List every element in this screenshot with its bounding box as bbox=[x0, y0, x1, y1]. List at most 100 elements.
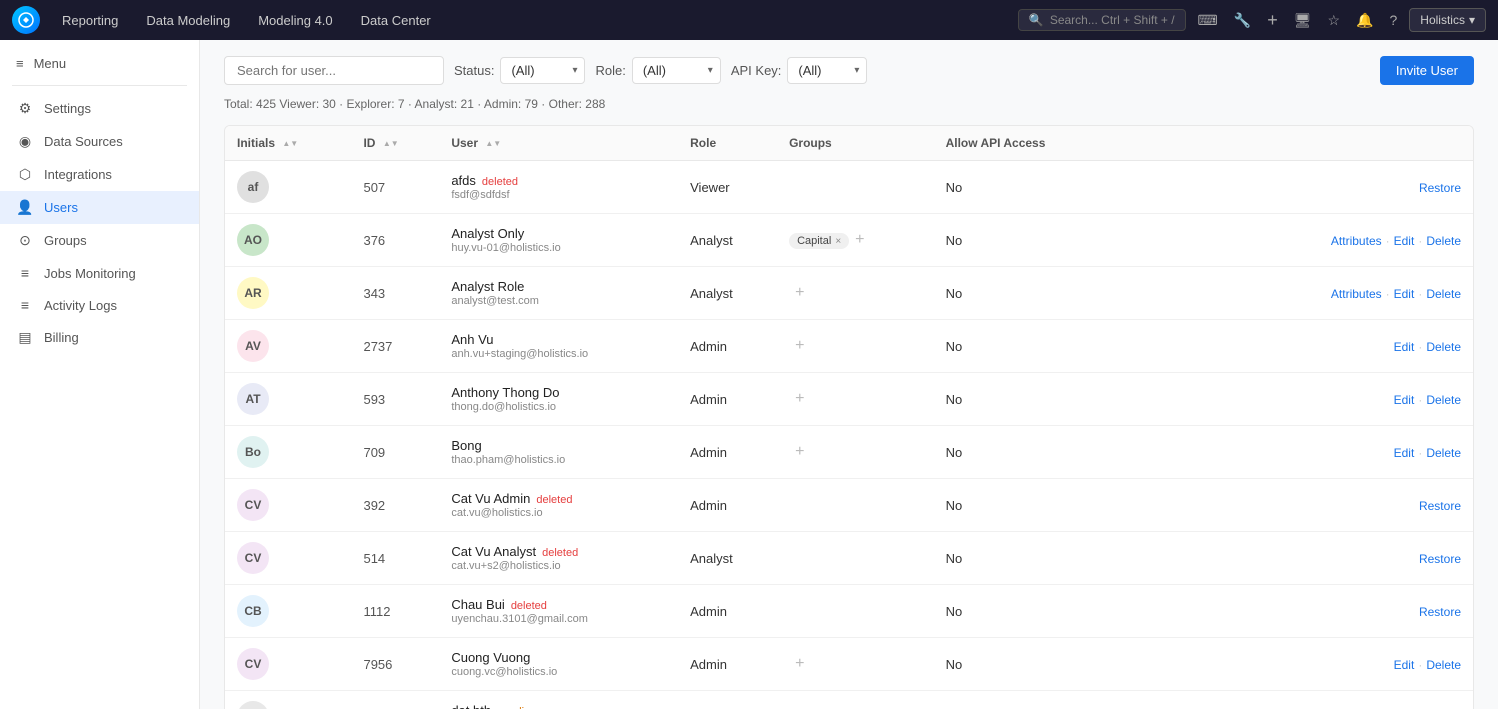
user-email: thong.do@holistics.io bbox=[451, 401, 666, 413]
help-icon[interactable]: ? bbox=[1386, 8, 1402, 32]
sidebar-item-groups[interactable]: ⊙ Groups bbox=[0, 224, 199, 257]
cell-user: Analyst Onlyhuy.vu-01@holistics.io bbox=[439, 214, 678, 267]
add-group-button[interactable]: + bbox=[849, 229, 870, 250]
action-restore[interactable]: Restore bbox=[1419, 181, 1461, 195]
cell-initials: CV bbox=[225, 638, 351, 691]
search-input[interactable] bbox=[224, 56, 444, 85]
action-attributes[interactable]: Attributes bbox=[1331, 234, 1382, 248]
jobs-icon: ≡ bbox=[16, 265, 34, 281]
action-edit[interactable]: Edit bbox=[1394, 658, 1415, 672]
terminal-icon[interactable]: ⌨ bbox=[1194, 8, 1222, 33]
action-edit[interactable]: Edit bbox=[1394, 340, 1415, 354]
remove-group-button[interactable]: × bbox=[835, 236, 841, 247]
sidebar-item-integrations[interactable]: ⬡ Integrations bbox=[0, 158, 199, 191]
user-email: analyst@test.com bbox=[451, 295, 666, 307]
cell-initials: AV bbox=[225, 320, 351, 373]
deleted-badge: deleted bbox=[482, 176, 518, 188]
nav-reporting[interactable]: Reporting bbox=[56, 9, 124, 32]
sidebar-item-activity-logs[interactable]: ≡ Activity Logs bbox=[0, 289, 199, 321]
cell-role: Analyst bbox=[678, 532, 777, 585]
wrench-icon[interactable]: 🔧 bbox=[1230, 8, 1255, 33]
nav-data-center[interactable]: Data Center bbox=[355, 9, 437, 32]
action-separator: · bbox=[1386, 287, 1390, 301]
nav-modeling-40[interactable]: Modeling 4.0 bbox=[252, 9, 338, 32]
action-delete[interactable]: Delete bbox=[1426, 658, 1461, 672]
menu-toggle[interactable]: ≡ Menu bbox=[0, 48, 199, 79]
cell-role: Viewer bbox=[678, 691, 777, 709]
sort-icon[interactable]: ▲▼ bbox=[485, 140, 501, 148]
action-delete[interactable]: Delete bbox=[1426, 287, 1461, 301]
cell-groups: + bbox=[777, 320, 934, 373]
invite-user-button[interactable]: Invite User bbox=[1380, 56, 1474, 85]
user-name: afds bbox=[451, 173, 476, 188]
billing-icon: ▤ bbox=[16, 329, 34, 346]
sidebar-item-billing[interactable]: ▤ Billing bbox=[0, 321, 199, 354]
sidebar-item-users[interactable]: 👤 Users bbox=[0, 191, 199, 224]
add-group-button[interactable]: + bbox=[789, 282, 810, 303]
action-restore[interactable]: Restore bbox=[1419, 552, 1461, 566]
action-edit[interactable]: Edit bbox=[1394, 446, 1415, 460]
cell-role: Admin bbox=[678, 426, 777, 479]
nav-data-modeling[interactable]: Data Modeling bbox=[140, 9, 236, 32]
holistics-brand-menu[interactable]: Holistics ▾ bbox=[1409, 8, 1486, 32]
topnav-icons-area: 🔍 Search... Ctrl + Shift + / ⌨ 🔧 + 🖥 ☆ 🔔… bbox=[1018, 6, 1486, 35]
cell-initials: Bo bbox=[225, 426, 351, 479]
action-delete[interactable]: Delete bbox=[1426, 234, 1461, 248]
plus-icon[interactable]: + bbox=[1263, 6, 1282, 35]
cell-role: Viewer bbox=[678, 161, 777, 214]
sidebar-item-settings[interactable]: ⚙ Settings bbox=[0, 92, 199, 125]
sidebar-item-data-sources[interactable]: ◉ Data Sources bbox=[0, 125, 199, 158]
status-filter-group: Status: (All) Active Deleted ▾ bbox=[454, 57, 585, 84]
api-key-select[interactable]: (All) Yes No bbox=[787, 57, 867, 84]
cell-allow-api: No bbox=[934, 267, 1118, 320]
add-group-button[interactable]: + bbox=[789, 335, 810, 356]
action-restore[interactable]: Restore bbox=[1419, 499, 1461, 513]
global-search[interactable]: 🔍 Search... Ctrl + Shift + / bbox=[1018, 9, 1186, 31]
action-separator: · bbox=[1386, 234, 1390, 248]
deleted-badge: deleted bbox=[511, 600, 547, 612]
action-restore[interactable]: Restore bbox=[1419, 605, 1461, 619]
cell-user: Anh Vuanh.vu+staging@holistics.io bbox=[439, 320, 678, 373]
action-delete[interactable]: Delete bbox=[1426, 446, 1461, 460]
cell-role: Admin bbox=[678, 320, 777, 373]
action-edit[interactable]: Edit bbox=[1394, 393, 1415, 407]
cell-user: Analyst Roleanalyst@test.com bbox=[439, 267, 678, 320]
action-edit[interactable]: Edit bbox=[1394, 234, 1415, 248]
avatar: CV bbox=[237, 489, 269, 521]
groups-icon: ⊙ bbox=[16, 232, 34, 249]
table-row: Bo709Bongthao.pham@holistics.ioAdmin+NoE… bbox=[225, 426, 1473, 479]
app-logo bbox=[12, 6, 40, 34]
cell-id: 514 bbox=[351, 532, 439, 585]
cell-actions: Edit·Delete bbox=[1117, 426, 1473, 479]
add-group-button[interactable]: + bbox=[789, 388, 810, 409]
star-icon[interactable]: ☆ bbox=[1324, 8, 1345, 33]
status-select[interactable]: (All) Active Deleted bbox=[500, 57, 585, 84]
role-filter-group: Role: (All) Viewer Explorer Analyst Admi… bbox=[595, 57, 720, 84]
bell-icon[interactable]: 🔔 bbox=[1352, 8, 1377, 33]
api-key-select-wrapper: (All) Yes No ▾ bbox=[787, 57, 867, 84]
add-group-button[interactable]: + bbox=[789, 653, 810, 674]
cell-role: Admin bbox=[678, 373, 777, 426]
action-edit[interactable]: Edit bbox=[1394, 287, 1415, 301]
action-delete[interactable]: Delete bbox=[1426, 393, 1461, 407]
sort-icon[interactable]: ▲▼ bbox=[282, 140, 298, 148]
user-name: Chau Bui bbox=[451, 597, 504, 612]
user-email: anh.vu+staging@holistics.io bbox=[451, 348, 666, 360]
col-id: ID ▲▼ bbox=[351, 126, 439, 161]
sort-icon[interactable]: ▲▼ bbox=[383, 140, 399, 148]
table-row: CB1112Chau Buideleteduyenchau.3101@gmail… bbox=[225, 585, 1473, 638]
add-group-button[interactable]: + bbox=[789, 441, 810, 462]
col-groups: Groups bbox=[777, 126, 934, 161]
sidebar-item-jobs-monitoring[interactable]: ≡ Jobs Monitoring bbox=[0, 257, 199, 289]
role-select[interactable]: (All) Viewer Explorer Analyst Admin bbox=[632, 57, 721, 84]
settings-icon: ⚙ bbox=[16, 100, 34, 117]
cell-initials: af bbox=[225, 161, 351, 214]
avatar: AO bbox=[237, 224, 269, 256]
cell-groups: + bbox=[777, 638, 934, 691]
cell-id: 376 bbox=[351, 214, 439, 267]
table-row: af507afdsdeletedfsdf@sdfdsfViewerNoResto… bbox=[225, 161, 1473, 214]
action-delete[interactable]: Delete bbox=[1426, 340, 1461, 354]
monitor-icon[interactable]: 🖥 bbox=[1290, 8, 1316, 33]
action-attributes[interactable]: Attributes bbox=[1331, 287, 1382, 301]
users-icon: 👤 bbox=[16, 199, 34, 216]
